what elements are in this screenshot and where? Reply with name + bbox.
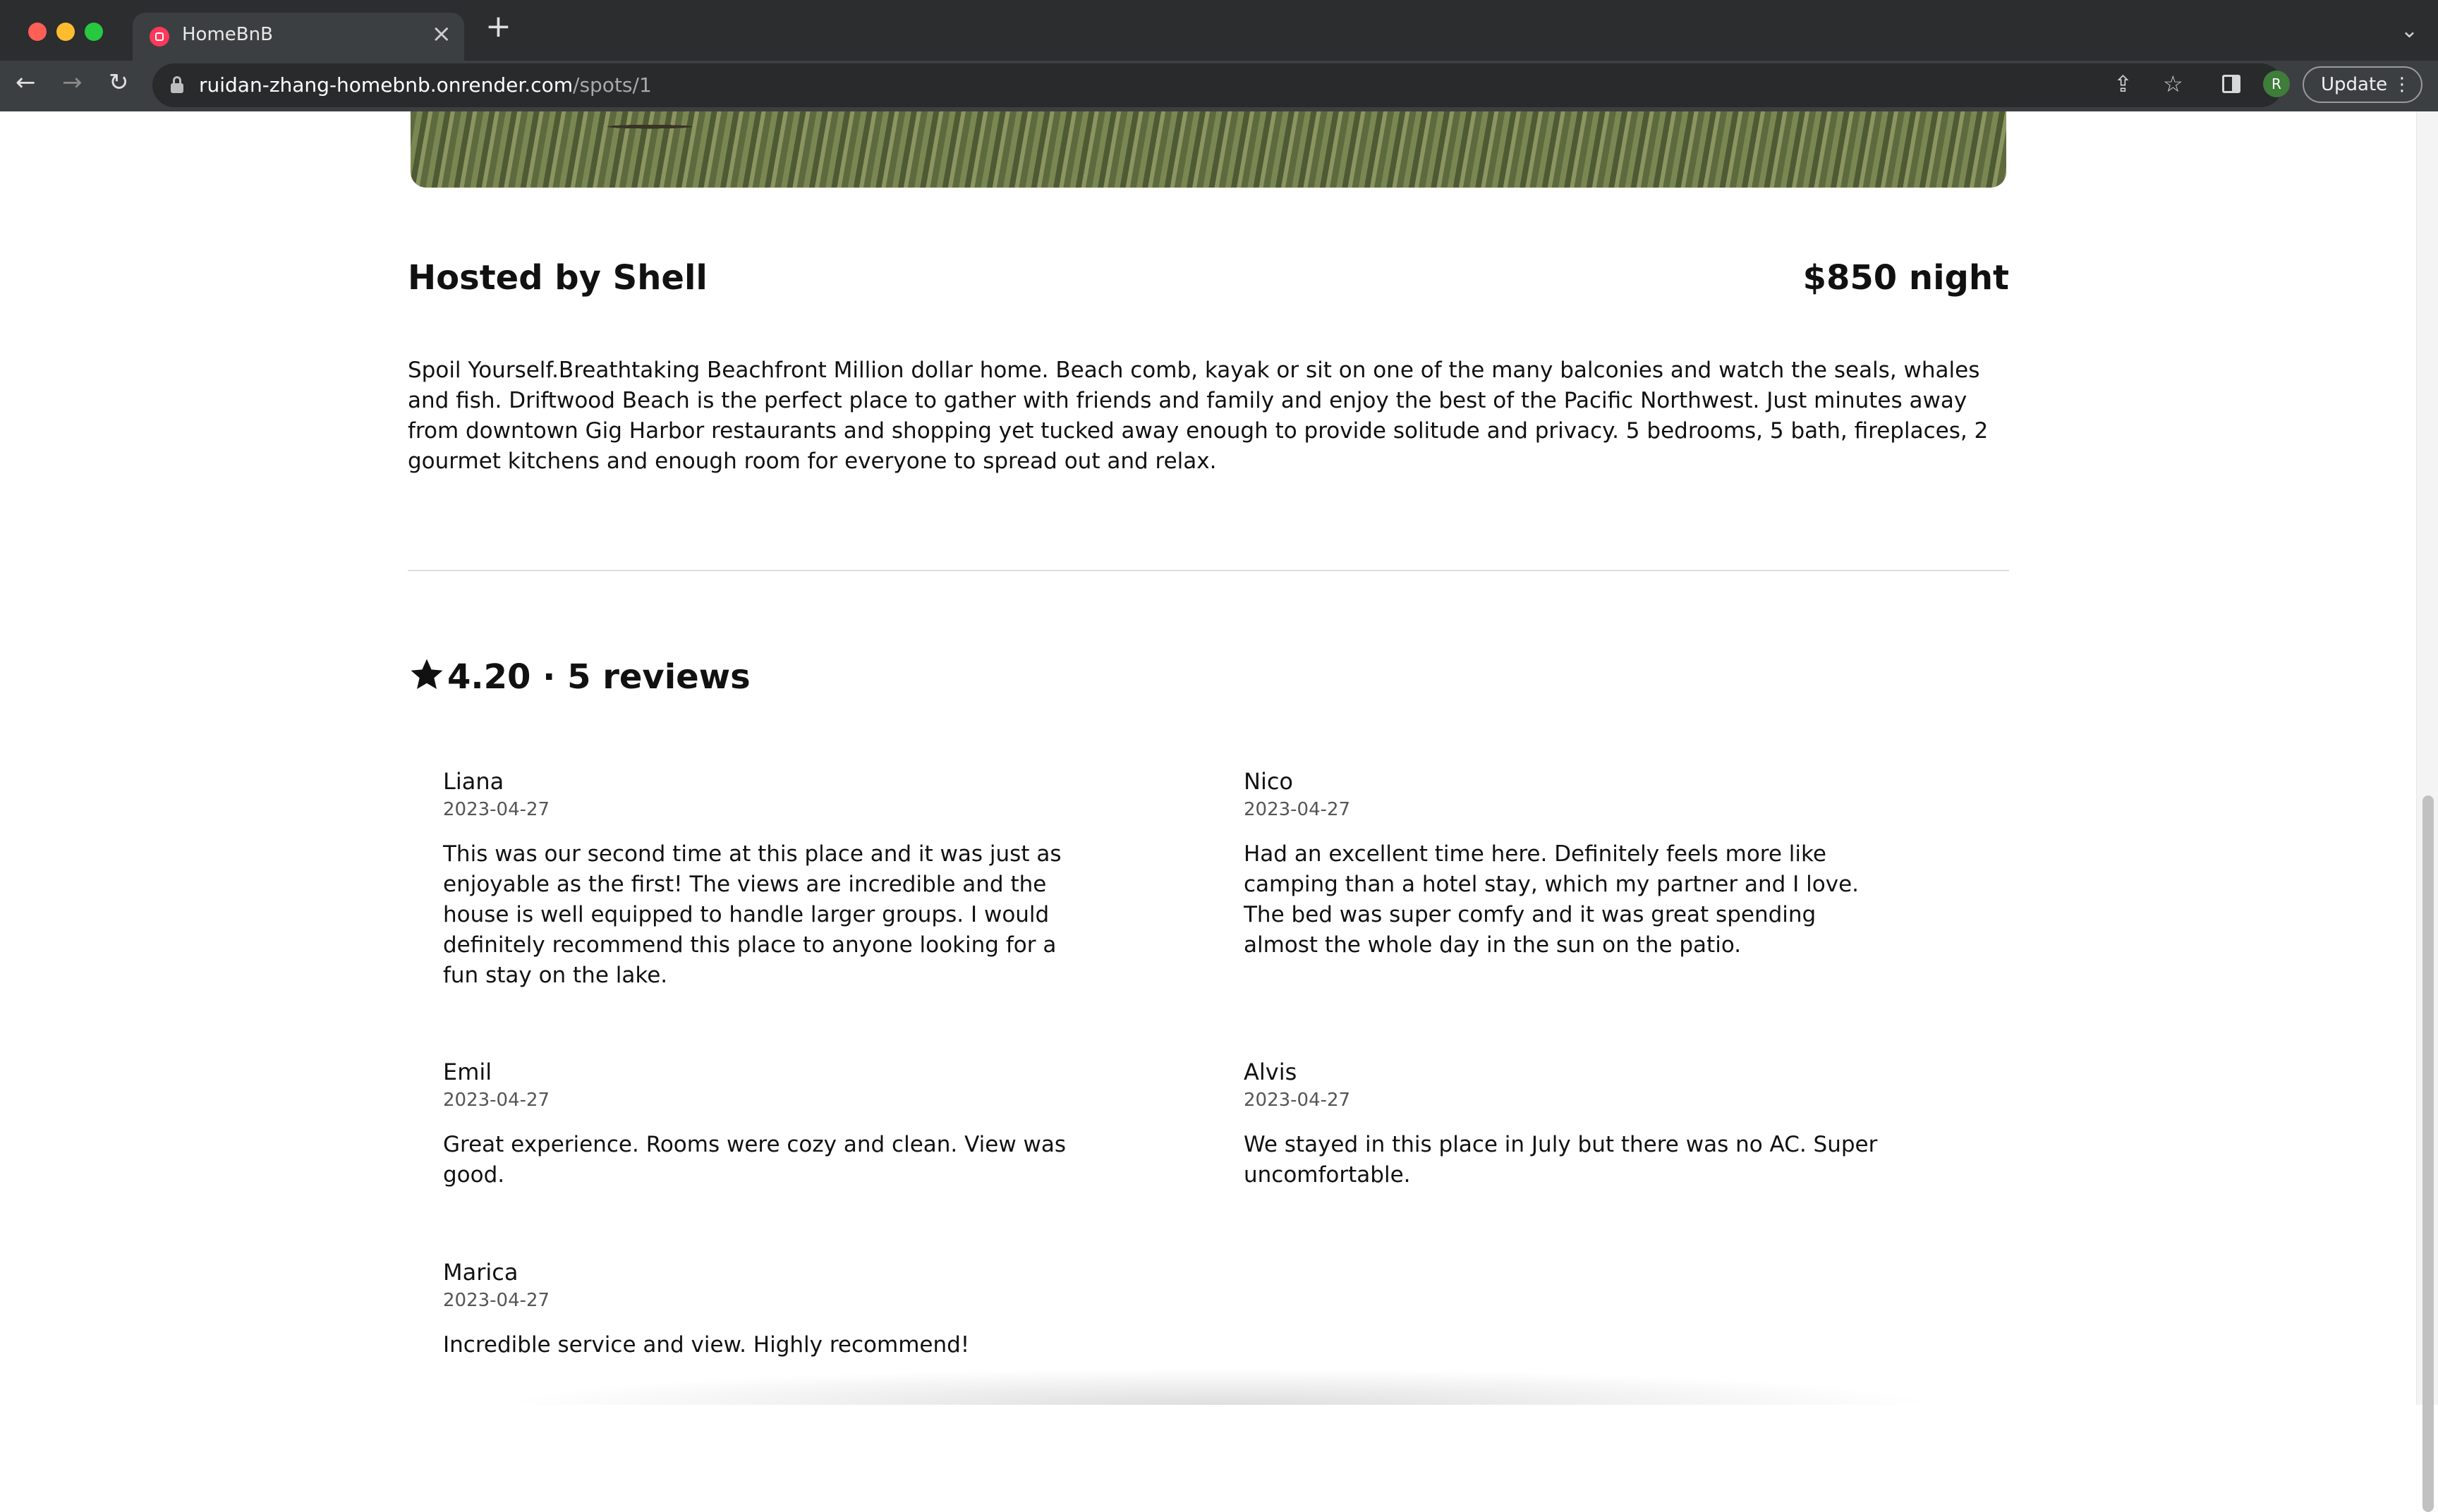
address-bar[interactable]: ruidan-zhang-homebnb.onrender.com/spots/…	[152, 63, 2283, 107]
back-arrow-icon[interactable]: ←	[16, 71, 36, 94]
url-host: ruidan-zhang-homebnb.onrender.com	[199, 73, 574, 97]
review-text: Incredible service and view. Highly reco…	[443, 1332, 970, 1358]
profile-avatar[interactable]: R	[2263, 71, 2290, 97]
footer-shadow	[494, 1368, 1940, 1405]
rating-text: 4.20 · 5 reviews	[447, 657, 751, 697]
close-tab-icon[interactable]: ×	[432, 20, 452, 48]
more-menu-icon[interactable]: ⋮	[2393, 68, 2411, 102]
review-card: Nico 2023-04-27 Had an excellent time he…	[1244, 767, 1879, 961]
scrollbar[interactable]	[2416, 111, 2438, 1512]
reload-icon[interactable]: ↻	[109, 71, 129, 94]
review-text: Had an excellent time here. Definitely f…	[1244, 841, 1859, 958]
tab-strip: HomeBnB × + ⌄	[0, 0, 2438, 61]
browser-toolbar: HomeBnB × + ⌄ ← → ↻ ruidan-zhang-homebnb…	[0, 0, 2438, 111]
close-window-button[interactable]	[28, 23, 47, 41]
tab-homebnb[interactable]: HomeBnB ×	[133, 13, 464, 61]
bookmark-star-icon[interactable]: ☆	[2163, 71, 2183, 97]
review-text: This was our second time at this place a…	[443, 841, 1062, 988]
review-card: Emil 2023-04-27 Great experience. Rooms …	[443, 1058, 1078, 1190]
homebnb-favicon-icon	[150, 27, 169, 47]
update-label: Update	[2321, 74, 2388, 95]
side-panel-icon[interactable]	[2222, 75, 2240, 93]
reviewer-name: Nico	[1244, 768, 1293, 795]
minimize-window-button[interactable]	[56, 23, 75, 41]
tab-title: HomeBnB	[182, 24, 273, 45]
new-tab-icon[interactable]: +	[485, 11, 511, 42]
star-icon	[411, 659, 443, 690]
review-card: Alvis 2023-04-27 We stayed in this place…	[1244, 1058, 1879, 1190]
review-date: 2023-04-27	[443, 799, 550, 820]
section-divider	[408, 570, 2009, 571]
price-per-night: $850 night	[1802, 258, 2009, 298]
forward-arrow-icon[interactable]: →	[62, 71, 83, 94]
reviewer-name: Marica	[443, 1259, 518, 1286]
share-icon[interactable]: ⇪	[2113, 71, 2133, 97]
update-button[interactable]: Update ⋮	[2303, 66, 2422, 103]
reviewer-name: Liana	[443, 768, 504, 795]
rating-summary: 4.20 · 5 reviews	[408, 656, 751, 697]
review-card: Marica 2023-04-27 Incredible service and…	[443, 1258, 1078, 1360]
maximize-window-button[interactable]	[85, 23, 103, 41]
spot-description: Spoil Yourself.Breathtaking Beachfront M…	[408, 358, 1989, 474]
chevron-down-icon[interactable]: ⌄	[2401, 18, 2418, 43]
review-card: Liana 2023-04-27 This was our second tim…	[443, 767, 1078, 991]
review-date: 2023-04-27	[443, 1090, 550, 1111]
lock-icon[interactable]	[171, 76, 183, 93]
url-path: /spots/1	[573, 73, 652, 97]
review-date: 2023-04-27	[1244, 799, 1351, 820]
reviewer-name: Emil	[443, 1059, 492, 1085]
host-title: Hosted by Shell	[408, 258, 708, 298]
reviewer-name: Alvis	[1244, 1059, 1297, 1085]
review-date: 2023-04-27	[1244, 1090, 1351, 1111]
url-text[interactable]: ruidan-zhang-homebnb.onrender.com/spots/…	[199, 73, 652, 97]
review-text: Great experience. Rooms were cozy and cl…	[443, 1132, 1067, 1188]
review-date: 2023-04-27	[443, 1290, 550, 1311]
review-text: We stayed in this place in July but ther…	[1244, 1132, 1878, 1188]
spot-image	[411, 111, 2006, 188]
